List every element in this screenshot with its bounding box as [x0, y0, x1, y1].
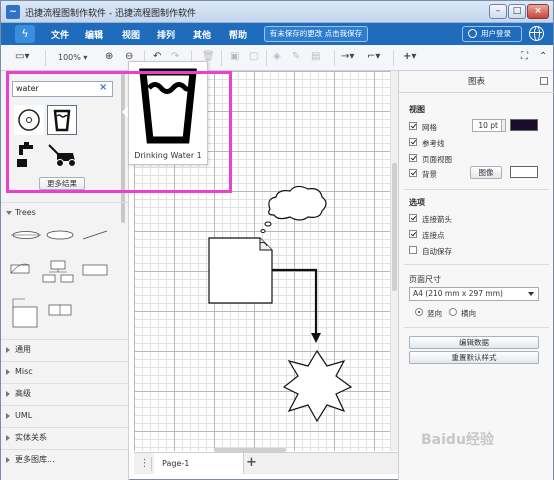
menu-view[interactable]: 视图: [122, 28, 140, 41]
panel-divider: [404, 327, 549, 328]
cloud-callout-shape[interactable]: [260, 185, 327, 233]
page-tab-bar: ⋮ Page-1 +: [134, 452, 398, 474]
search-results-highlight: [6, 71, 232, 193]
grid-color-swatch[interactable]: [510, 119, 538, 131]
reset-style-button[interactable]: 重置默认样式: [409, 351, 539, 364]
user-icon: [468, 29, 477, 38]
toolbar-separator: [221, 50, 222, 66]
view-section-title: 视图: [409, 105, 425, 114]
menu-other[interactable]: 其他: [193, 28, 211, 41]
zoom-value: 100%: [58, 53, 81, 62]
page-tab[interactable]: Page-1: [154, 453, 244, 474]
page-view-checkbox[interactable]: [409, 154, 417, 162]
zoom-select[interactable]: 100% ▾: [58, 53, 87, 62]
grid-size-stepper[interactable]: [501, 119, 506, 132]
login-button[interactable]: 用户登录: [462, 26, 522, 42]
menu-arrange[interactable]: 排列: [157, 28, 175, 41]
window-title: 迅捷流程图制作软件 - 迅捷流程图制作软件: [25, 9, 196, 19]
panel-title: 图表: [399, 71, 554, 93]
toolbar-separator: [45, 50, 46, 66]
toolbar-separator: [334, 50, 335, 66]
add-page-icon[interactable]: +: [246, 455, 257, 470]
grid-label: 网格: [422, 123, 437, 132]
panel-divider: [404, 189, 549, 190]
menu-bar: ϟ 文件 编辑 视图 排列 其他 帮助 有未保存的更改 点击我保存 用户登录: [1, 23, 553, 45]
paper-size-section-title: 页面尺寸: [409, 275, 441, 284]
menu-file[interactable]: 文件: [51, 28, 69, 41]
portrait-label: 竖向: [427, 309, 442, 318]
page-view-label: 页面视图: [422, 155, 452, 164]
close-button[interactable]: ×: [527, 4, 549, 19]
toolbar: ▭▾ 100% ▾ ⊕ ⊖ ↶ ↷ 🗑 ▣ ▢ ◈ ✎ ▤ →▾ ⌐▾ +▾ ⛶…: [1, 45, 553, 71]
page-view-icon[interactable]: ▭▾: [15, 51, 29, 62]
section-entity-relation[interactable]: 实体关系: [1, 427, 128, 447]
trees-shape-library: [1, 223, 128, 341]
canvas-vscroll-thumb[interactable]: [392, 163, 397, 291]
image-button[interactable]: 图像: [470, 166, 502, 179]
section-misc[interactable]: Misc: [1, 361, 128, 381]
more-libraries-link[interactable]: 更多图库...: [1, 449, 128, 469]
maximize-button[interactable]: □: [508, 4, 526, 19]
login-label: 用户登录: [481, 29, 511, 38]
guides-checkbox[interactable]: [409, 138, 417, 146]
app-logo-icon: ~: [6, 5, 20, 19]
canvas-vertical-scrollbar[interactable]: [390, 71, 398, 451]
collapse-panel-icon[interactable]: ⌃: [539, 51, 547, 62]
fullscreen-icon[interactable]: ⛶: [521, 51, 528, 62]
shadow-icon[interactable]: ▤: [311, 51, 320, 62]
background-label: 背景: [422, 170, 437, 179]
autosave-label: 自动保存: [422, 247, 452, 256]
connector-arrow[interactable]: [272, 268, 321, 343]
background-checkbox[interactable]: [409, 169, 417, 177]
tree-shapes-icon: [10, 230, 108, 328]
insert-icon[interactable]: +▾: [403, 51, 416, 62]
edit-data-button[interactable]: 编辑数据: [409, 336, 539, 349]
waypoint-icon[interactable]: ⌐▾: [367, 51, 380, 62]
landscape-radio[interactable]: [449, 308, 457, 316]
brand-logo-icon[interactable]: ϟ: [15, 25, 35, 43]
guides-label: 参考线: [422, 139, 445, 148]
to-back-icon[interactable]: ▢: [249, 51, 258, 62]
connection-points-label: 连接点: [422, 231, 445, 240]
paper-size-select[interactable]: A4 (210 mm x 297 mm): [409, 287, 539, 301]
collapse-panel-icon[interactable]: [540, 77, 548, 85]
app-window: ~ 迅捷流程图制作软件 - 迅捷流程图制作软件 – □ × ϟ 文件 编辑 视图…: [0, 0, 554, 480]
connection-arrows-checkbox[interactable]: [409, 214, 417, 222]
options-section-title: 选项: [409, 198, 425, 207]
connection-arrows-label: 连接箭头: [422, 215, 452, 224]
to-front-icon[interactable]: ▣: [230, 51, 239, 62]
portrait-radio[interactable]: [415, 308, 423, 316]
line-color-icon[interactable]: ✎: [292, 51, 300, 62]
autosave-checkbox[interactable]: [409, 246, 417, 254]
note-shape[interactable]: [208, 237, 273, 304]
toolbar-separator: [266, 50, 267, 66]
minimize-button[interactable]: –: [489, 4, 507, 19]
baidu-watermark: Baidu经验: [421, 432, 494, 448]
panel-divider: [404, 264, 549, 265]
grid-checkbox[interactable]: [409, 122, 417, 130]
save-notice-button[interactable]: 有未保存的更改 点击我保存: [264, 26, 368, 42]
menu-help[interactable]: 帮助: [229, 28, 247, 41]
format-panel: 图表 视图 网格 10 pt 参考线 页面视图 背景 图像 选项 连接箭头 连接…: [398, 71, 554, 480]
section-trees[interactable]: Trees: [1, 202, 128, 222]
zoom-in-icon[interactable]: ⊕: [105, 51, 113, 62]
landscape-label: 横向: [461, 309, 476, 318]
title-bar: ~ 迅捷流程图制作软件 - 迅捷流程图制作软件 – □ ×: [1, 1, 553, 23]
language-globe-icon[interactable]: [529, 26, 544, 41]
section-general[interactable]: 通用: [1, 339, 128, 359]
fill-color-icon[interactable]: ◈: [273, 51, 281, 62]
section-advanced[interactable]: 高级: [1, 383, 128, 403]
toolbar-separator: [393, 50, 394, 66]
star-shape[interactable]: [282, 349, 353, 423]
section-uml[interactable]: UML: [1, 405, 128, 425]
background-color-swatch[interactable]: [510, 166, 538, 178]
grid-size-input[interactable]: 10 pt: [472, 119, 502, 132]
connection-icon[interactable]: →▾: [341, 51, 354, 62]
page-menu-icon[interactable]: ⋮: [138, 457, 152, 471]
menu-edit[interactable]: 编辑: [85, 28, 103, 41]
connection-points-checkbox[interactable]: [409, 230, 417, 238]
